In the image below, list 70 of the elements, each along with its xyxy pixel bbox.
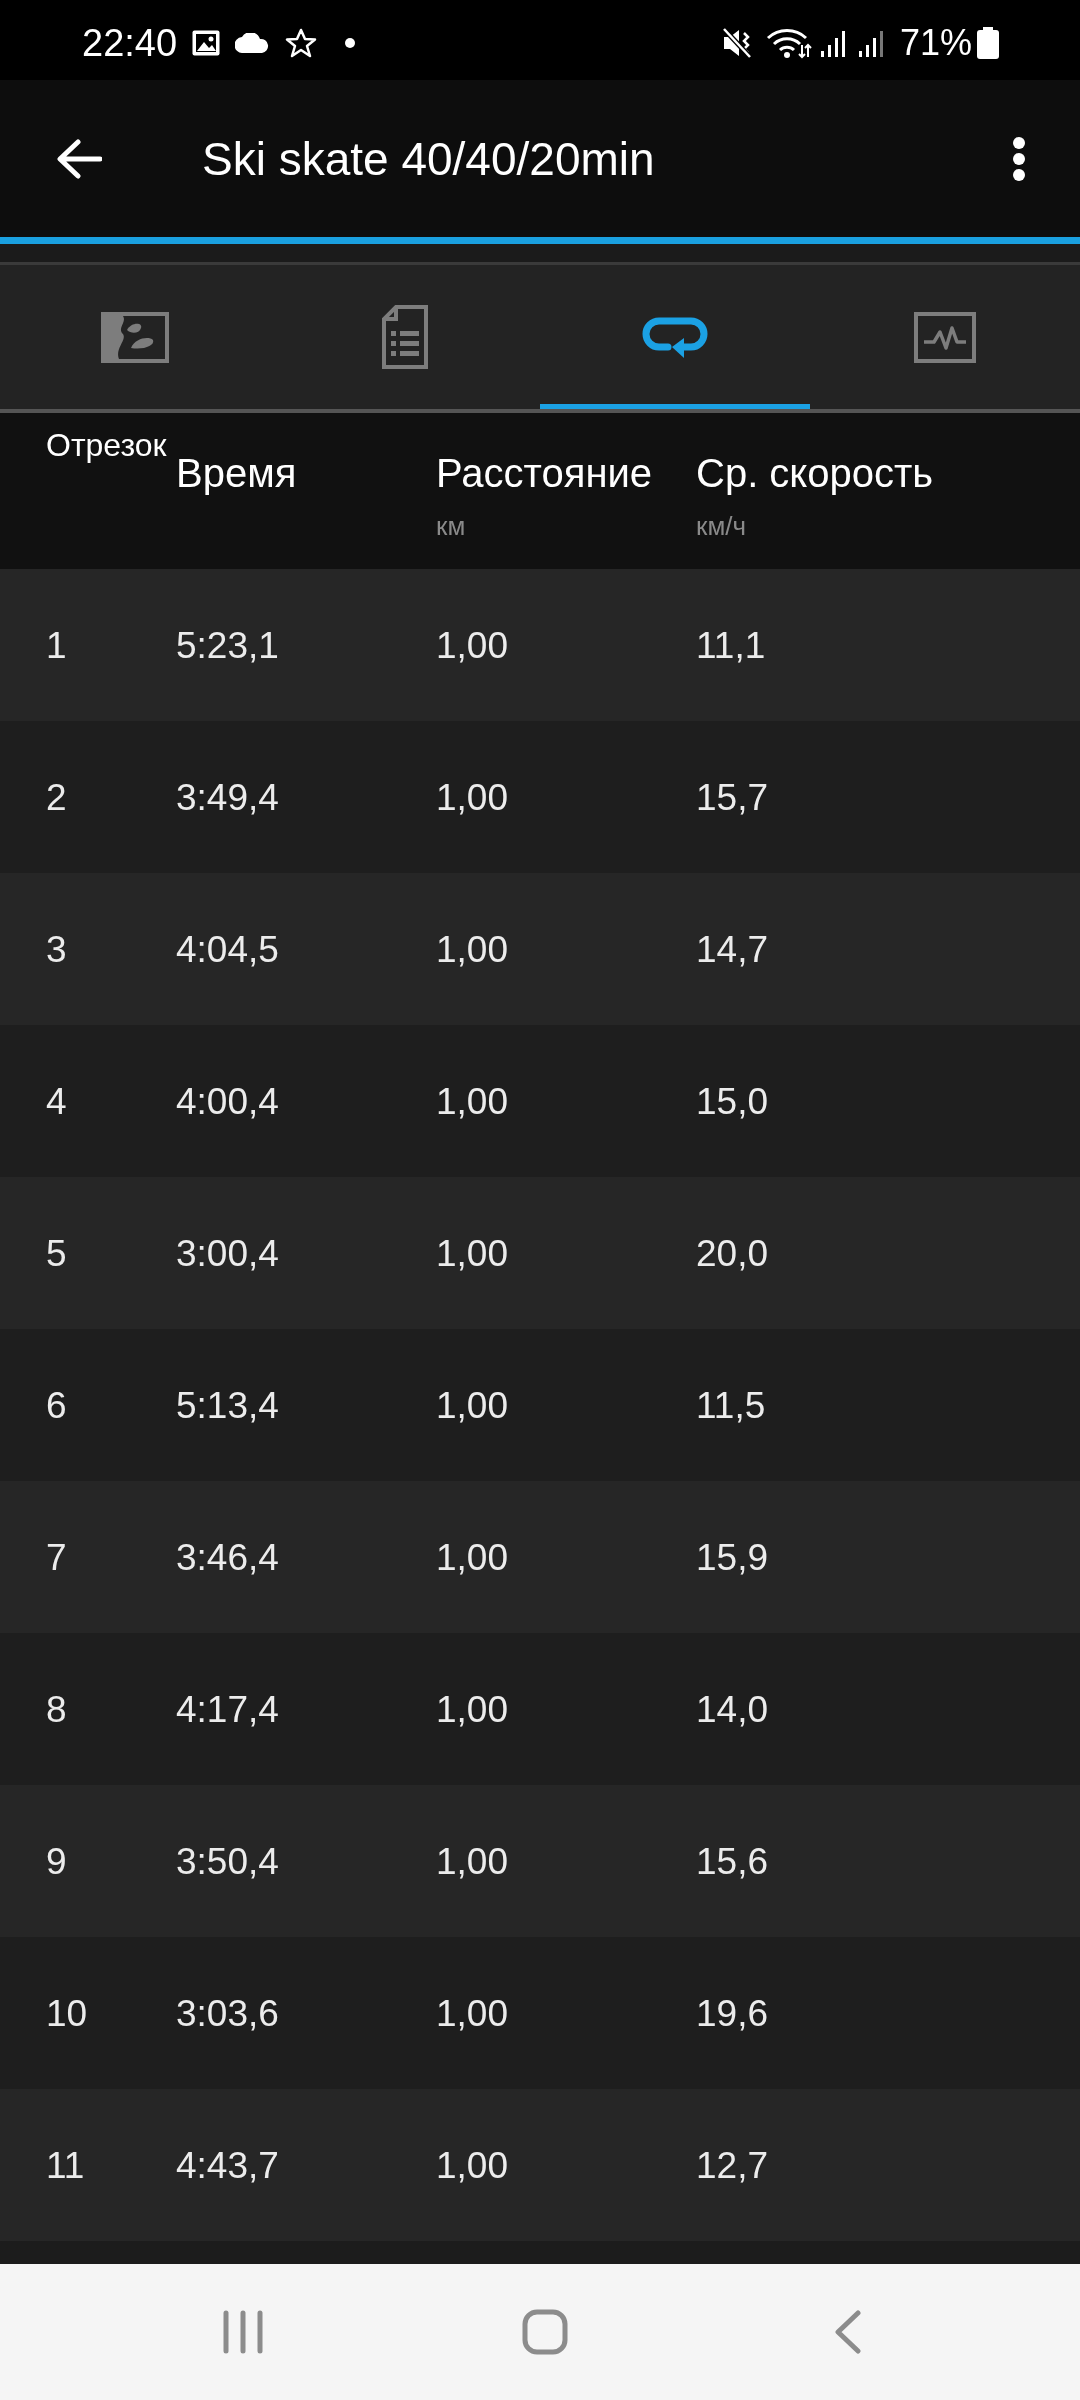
table-cell: 20,0	[696, 1234, 768, 1272]
recent-apps-icon[interactable]	[222, 2310, 264, 2354]
table-cell: 15,6	[696, 1842, 768, 1880]
table-cell: 3	[46, 930, 67, 968]
table-cell: 9	[46, 1842, 67, 1880]
column-header: Время	[176, 453, 297, 493]
table-cell: 1,00	[436, 2146, 508, 2184]
table-cell: 3:46,4	[176, 1538, 279, 1576]
table-cell: 2	[46, 778, 67, 816]
table-cell: 1,00	[436, 930, 508, 968]
table-cell: 15,9	[696, 1538, 768, 1576]
table-cell: 14,0	[696, 1690, 768, 1728]
table-cell: 1,00	[436, 1234, 508, 1272]
table-cell: 4:17,4	[176, 1690, 279, 1728]
back-icon[interactable]	[833, 2310, 861, 2354]
table-cell: 4:43,7	[176, 2146, 279, 2184]
star-icon	[285, 28, 318, 58]
screen-title: Ski skate 40/40/20min	[202, 135, 655, 182]
table-cell: 1,00	[436, 1994, 508, 2032]
wifi-icon	[765, 27, 812, 59]
table-cell: 3:03,6	[176, 1994, 279, 2032]
table-cell: 15,0	[696, 1082, 768, 1120]
notification-dot-icon	[345, 38, 356, 48]
image-icon	[191, 29, 222, 57]
table-cell: 1,00	[436, 1082, 508, 1120]
table-cell: 1,00	[436, 778, 508, 816]
table-cell: 6	[46, 1386, 67, 1424]
table-cell: 5	[46, 1234, 67, 1272]
table-cell: 14,7	[696, 930, 768, 968]
table-cell: 1,00	[436, 1538, 508, 1576]
unit-label: км	[436, 513, 466, 539]
table-cell: 5:13,4	[176, 1386, 279, 1424]
table-cell: 11,1	[696, 626, 766, 664]
table-cell: 12,7	[696, 2146, 768, 2184]
signal-icon	[819, 29, 848, 57]
column-header: Ср. скорость	[696, 453, 934, 493]
table-cell: 19,6	[696, 1994, 768, 2032]
table-cell: 3:50,4	[176, 1842, 279, 1880]
table-cell: 4:04,5	[176, 930, 279, 968]
table-cell: 5:23,1	[176, 626, 279, 664]
table-cell: 4	[46, 1082, 67, 1120]
activity-chart-icon	[914, 311, 976, 363]
table-cell: 3:00,4	[176, 1234, 279, 1272]
table-cell: 1,00	[436, 626, 508, 664]
battery-icon	[976, 27, 1000, 59]
column-header: Расстояние	[436, 453, 653, 493]
more-vertical-icon	[1011, 135, 1027, 182]
table-cell: 15,7	[696, 778, 768, 816]
table-cell: 11	[46, 2146, 85, 2184]
loop-arrow-icon	[642, 316, 708, 358]
table-cell: 1,00	[436, 1386, 508, 1424]
table-cell: 8	[46, 1690, 67, 1728]
table-cell: 1,00	[436, 1842, 508, 1880]
document-icon	[382, 305, 428, 369]
table-cell: 1	[46, 626, 67, 664]
cloud-icon	[235, 33, 270, 53]
column-header: Отрезок	[46, 429, 168, 461]
map-icon	[101, 311, 169, 363]
table-cell: 1,00	[436, 1690, 508, 1728]
signal-icon	[857, 29, 886, 57]
unit-label: км/ч	[696, 513, 747, 539]
table-cell: 10	[46, 1994, 88, 2032]
table-cell: 4:00,4	[176, 1082, 279, 1120]
table-cell: 11,5	[696, 1386, 766, 1424]
status-time: 22:40	[82, 24, 178, 62]
home-icon[interactable]	[522, 2309, 568, 2355]
battery-percent: 71%	[899, 25, 972, 61]
table-cell: 7	[46, 1538, 67, 1576]
table-cell: 3:49,4	[176, 778, 279, 816]
back-arrow-icon	[56, 138, 102, 179]
